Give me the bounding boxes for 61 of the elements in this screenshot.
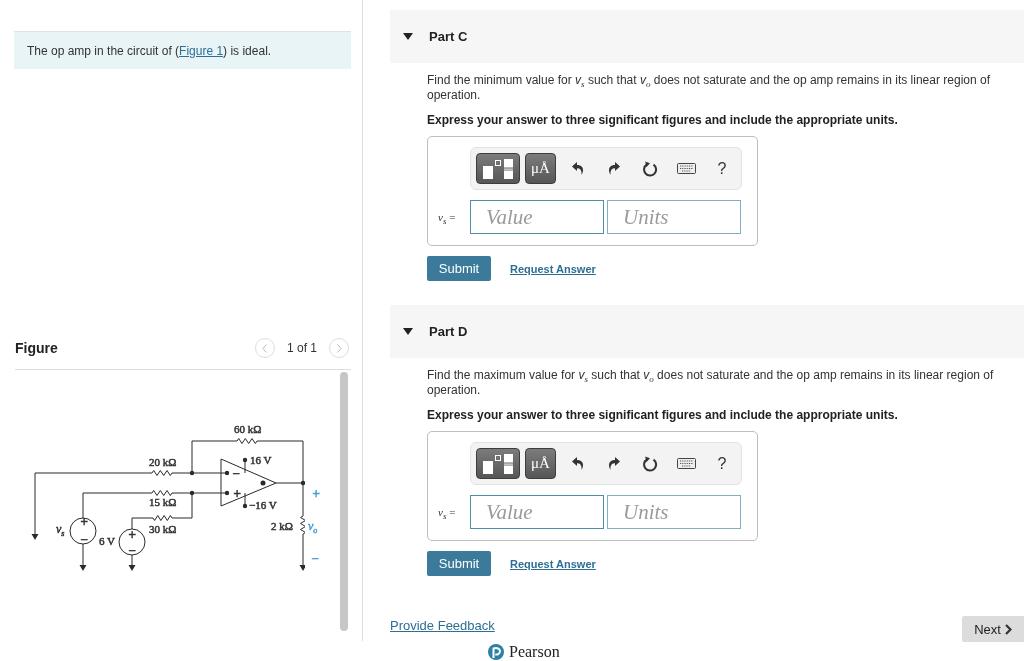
component-value-label: 60 kΩ [234, 423, 262, 435]
instruction-text: Express your answer to three significant figures and include the appropriate units. [427, 113, 899, 128]
templates-button[interactable] [476, 448, 520, 479]
figure-title: Figure [15, 340, 58, 356]
undo-icon [572, 457, 584, 470]
question-text: Find the maximum value for v$_{s}$ such that v$_{o}$ does not saturate and the op amp remains in its linear region of operation. [427, 368, 995, 398]
value-input[interactable]: Value [470, 495, 604, 529]
polarity-sign: + [128, 529, 137, 540]
part-header[interactable]: Part D [390, 305, 1024, 358]
value-input[interactable]: Value [470, 200, 604, 234]
component-value-label: 30 kΩ [149, 523, 177, 535]
submit-button[interactable]: Submit [427, 551, 491, 576]
chevron-left-icon [262, 343, 268, 353]
chevron-right-icon [336, 343, 342, 353]
help-button[interactable]: ? [704, 153, 740, 184]
polarity-sign: − [311, 553, 320, 564]
submit-button[interactable]: Submit [427, 256, 491, 281]
variable-label: v$_{s}$ = [438, 211, 457, 223]
request-answer-link[interactable]: Request Answer [510, 557, 596, 570]
help-button[interactable]: ? [704, 448, 740, 479]
problem-text: The op amp in the circuit of (Figure 1) is ideal. [27, 43, 272, 58]
polarity-sign: − [128, 545, 137, 556]
polarity-sign: + [80, 516, 89, 527]
feedback-link[interactable]: Provide Feedback [390, 618, 495, 633]
instruction-text: Express your answer to three significant figures and include the appropriate units. [427, 408, 899, 423]
variable-label: v$_{s}$ [56, 522, 65, 541]
template-icon [483, 453, 513, 474]
variable-label: v$_{s}$ = [438, 506, 457, 518]
part-header[interactable]: Part C [390, 10, 1024, 63]
template-icon [483, 158, 513, 179]
polarity-sign: + [233, 488, 242, 499]
units-button[interactable]: μÅ [525, 448, 556, 479]
polarity-sign: − [80, 534, 89, 545]
component-value-label: 20 kΩ [149, 456, 177, 468]
reset-icon [642, 160, 658, 177]
keyboard-icon [676, 163, 696, 174]
polarity-sign: + [312, 488, 321, 499]
redo-icon [608, 457, 620, 470]
units-button[interactable]: μÅ [525, 153, 556, 184]
undo-icon [572, 162, 584, 175]
component-value-label: 6 V [99, 535, 115, 547]
component-value-label: −16 V [249, 499, 277, 511]
figure-link[interactable]: Figure 1 [179, 43, 224, 58]
variable-label: v$_{o}$ [308, 519, 318, 538]
next-button[interactable]: Next [962, 616, 1024, 642]
question-text: Find the minimum value for v$_{s}$ such that v$_{o}$ does not saturate and the op amp remains in its linear region of operation. [427, 73, 991, 103]
component-value-label: 15 kΩ [149, 496, 177, 508]
units-input[interactable]: Units [607, 200, 741, 234]
scrollbar[interactable] [340, 372, 348, 631]
component-value-label: 16 V [250, 454, 272, 466]
polarity-sign: − [232, 468, 241, 479]
keyboard-icon [676, 458, 696, 469]
templates-button[interactable] [476, 153, 520, 184]
redo-icon [608, 162, 620, 175]
units-input[interactable]: Units [607, 495, 741, 529]
chevron-right-icon [1004, 623, 1012, 635]
brand-name: Pearson [509, 644, 560, 660]
reset-icon [642, 455, 658, 472]
request-answer-link[interactable]: Request Answer [510, 262, 596, 275]
page-counter: 1 of 1 [286, 341, 317, 355]
component-value-label: 2 kΩ [271, 520, 293, 532]
